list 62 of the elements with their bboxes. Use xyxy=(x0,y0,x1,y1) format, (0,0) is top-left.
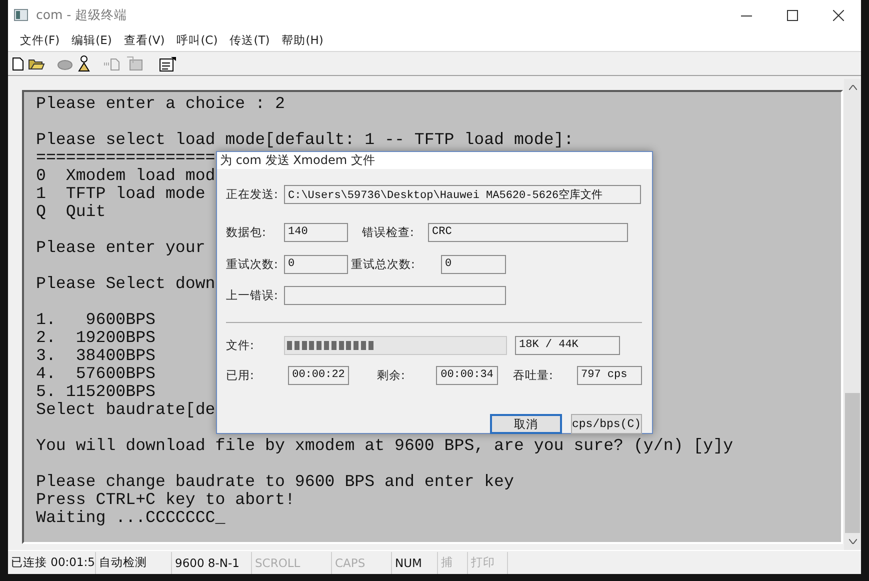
menu-item[interactable]: 呼叫(C) xyxy=(172,33,223,48)
status-cell: 9600 8-N-1 xyxy=(172,552,252,574)
terminal-line: 1 TFTP load mode xyxy=(36,185,206,203)
status-cell: 自动检测 xyxy=(96,552,172,574)
status-cell: SCROLL xyxy=(252,552,332,574)
status-cell: 打印 xyxy=(468,552,508,574)
terminal-line: Please enter a choice : 2 xyxy=(36,95,285,113)
terminal-line: Please select load mode[default: 1 -- TFTP load mode]: xyxy=(36,131,574,149)
folder-icon[interactable] xyxy=(28,57,45,70)
elapsed-field: 00:00:22 xyxy=(288,366,349,384)
size-field: 18K / 44K xyxy=(515,336,620,354)
menu-item[interactable]: 传送(T) xyxy=(224,33,275,48)
terminal-line: Press CTRL+C key to abort! xyxy=(36,491,295,509)
field-label: 正在发送: xyxy=(226,186,279,202)
menu-item[interactable]: 查看(V) xyxy=(118,33,170,48)
window-title: com - 超级终端 xyxy=(36,6,128,24)
maximize-icon xyxy=(786,10,798,20)
packet-field: 140 xyxy=(284,222,348,242)
error-check-field: CRC xyxy=(428,222,628,242)
field-label: 剩余: xyxy=(377,368,406,382)
status-cell: NUM xyxy=(392,552,438,574)
field-label: 吞吐量: xyxy=(513,368,554,382)
close-icon xyxy=(832,10,844,20)
menu-item[interactable]: 编辑(E) xyxy=(66,33,117,48)
field-label: 错误检查: xyxy=(362,224,415,240)
field-label: 上一错误: xyxy=(226,288,279,302)
field-label: 重试次数: xyxy=(226,256,279,272)
menu-item[interactable]: 文件(F) xyxy=(15,33,65,48)
dialog-title: 为 com 发送 Xmodem 文件 xyxy=(217,152,652,169)
terminal-line: Please Select down xyxy=(36,275,216,293)
cancel-button[interactable]: 取消 xyxy=(490,414,562,434)
terminal-line: Please change baudrate to 9600 BPS and enter key xyxy=(36,473,514,491)
retry-field: 0 xyxy=(284,254,348,274)
terminal-line: You will download file by xmodem at 9600 BPS, are you sure? (y/n) [y]y xyxy=(36,437,734,455)
status-cell: CAPS xyxy=(332,552,392,574)
new-file-icon[interactable] xyxy=(12,56,24,70)
properties-icon[interactable] xyxy=(159,56,177,72)
path-field: C:\Users\59736\Desktop\Hauwei MA5620-5626空库文件 xyxy=(284,184,641,204)
terminal-line: 3. 38400BPS xyxy=(36,347,156,365)
throughput-field: 797 cps xyxy=(577,366,642,384)
field-label: 重试总次数: xyxy=(351,256,416,272)
terminal-line: Waiting ...CCCCCCC_ xyxy=(36,509,226,527)
status-cell: 捕 xyxy=(438,552,468,574)
terminal-line: ================== xyxy=(36,149,216,167)
terminal-line: 4. 57600BPS xyxy=(36,365,156,383)
total-retry-field: 0 xyxy=(441,254,506,274)
terminal-line: 0 Xmodem load mod xyxy=(36,167,216,185)
menu-item[interactable]: 帮助(H) xyxy=(276,33,328,48)
remaining-field: 00:00:34 xyxy=(436,366,498,384)
field-label: 已用: xyxy=(226,368,255,382)
field-label: 数据包: xyxy=(226,224,267,240)
scroll-thumb[interactable] xyxy=(845,393,860,533)
app-icon xyxy=(14,9,28,21)
status-cell: 已连接 00:01:5 xyxy=(8,552,96,574)
terminal-line: 1. 9600BPS xyxy=(36,311,156,329)
terminal-line: 2. 19200BPS xyxy=(36,329,156,347)
rate-button[interactable]: cps/bps(C) xyxy=(571,414,642,434)
terminal-line: Select baudrate[de xyxy=(36,401,216,419)
terminal-line: Q Quit xyxy=(36,203,106,221)
field-label: 文件: xyxy=(226,338,255,352)
terminal-line: 5. 115200BPS xyxy=(36,383,156,401)
terminal-line: Please enter your xyxy=(36,239,206,257)
